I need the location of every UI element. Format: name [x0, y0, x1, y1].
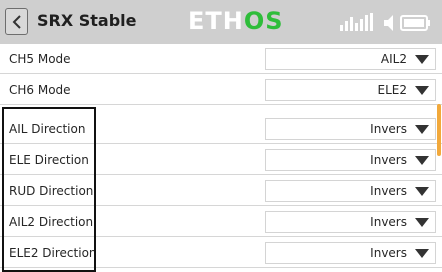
row-ele2-direction: ELE2 Direction Invers — [0, 238, 442, 268]
row-ail2-direction: AIL2 Direction Invers — [0, 207, 442, 237]
row-label: CH5 Mode — [9, 52, 71, 66]
row-ch5-mode: CH5 Mode AIL2 — [0, 44, 442, 74]
chevron-left-icon — [12, 15, 21, 29]
row-label: AIL Direction — [9, 122, 86, 136]
select-value: Invers — [370, 184, 407, 198]
row-label: RUD Direction — [9, 184, 94, 198]
row-label: ELE Direction — [9, 153, 89, 167]
select-value: AIL2 — [380, 52, 407, 66]
dropdown-arrow-icon — [415, 86, 429, 95]
ele-direction-select[interactable]: Invers — [265, 149, 436, 171]
dropdown-arrow-icon — [415, 55, 429, 64]
logo-eth: ETH — [188, 7, 244, 35]
ch6-mode-select[interactable]: ELE2 — [265, 79, 436, 101]
battery-icon — [400, 15, 430, 31]
signal-bars-icon — [340, 13, 373, 31]
dropdown-arrow-icon — [415, 125, 429, 134]
row-rud-direction: RUD Direction Invers — [0, 176, 442, 206]
row-ch6-mode: CH6 Mode ELE2 — [0, 75, 442, 105]
select-value: Invers — [370, 246, 407, 260]
status-icons — [340, 13, 430, 31]
page-title: SRX Stable — [37, 11, 137, 30]
row-label: AIL2 Direction — [9, 215, 94, 229]
ail2-direction-select[interactable]: Invers — [265, 211, 436, 233]
row-ail-direction: AIL Direction Invers — [0, 114, 442, 144]
ch5-mode-select[interactable]: AIL2 — [265, 48, 436, 70]
ele2-direction-select[interactable]: Invers — [265, 242, 436, 264]
logo-os: OS — [243, 7, 284, 35]
ail-direction-select[interactable]: Invers — [265, 118, 436, 140]
ethos-logo: ETHOS — [188, 6, 284, 36]
select-value: Invers — [370, 122, 407, 136]
row-label: CH6 Mode — [9, 83, 71, 97]
dropdown-arrow-icon — [415, 249, 429, 258]
scroll-indicator[interactable] — [437, 104, 441, 156]
row-ele-direction: ELE Direction Invers — [0, 145, 442, 175]
back-button[interactable] — [5, 8, 28, 35]
speaker-icon — [384, 15, 393, 31]
top-bar: SRX Stable ETHOS — [0, 0, 442, 44]
dropdown-arrow-icon — [415, 218, 429, 227]
row-label: ELE2 Direction — [9, 246, 97, 260]
dropdown-arrow-icon — [415, 187, 429, 196]
rud-direction-select[interactable]: Invers — [265, 180, 436, 202]
dropdown-arrow-icon — [415, 156, 429, 165]
select-value: Invers — [370, 215, 407, 229]
select-value: Invers — [370, 153, 407, 167]
select-value: ELE2 — [377, 83, 407, 97]
